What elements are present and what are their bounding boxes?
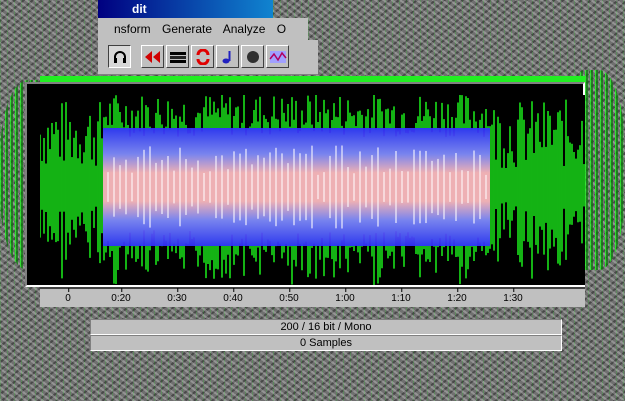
headphones-icon xyxy=(113,50,126,63)
equalizer-button[interactable] xyxy=(166,45,189,68)
tick-label: 1:30 xyxy=(503,288,523,304)
tick-label: 0:20 xyxy=(111,288,131,304)
rewind-button[interactable] xyxy=(141,45,164,68)
tick-label: 0:50 xyxy=(279,288,299,304)
menu-transform[interactable]: nsform xyxy=(114,22,151,36)
menu-generate[interactable]: Generate xyxy=(162,22,212,36)
tick-label: 0:30 xyxy=(167,288,187,304)
record-icon xyxy=(246,50,259,63)
tick-label: 0:40 xyxy=(223,288,243,304)
loop-button[interactable] xyxy=(191,45,214,68)
equalizer-icon xyxy=(169,51,186,63)
menu-bar: nsform Generate Analyze O xyxy=(98,18,308,40)
time-ruler[interactable]: 0 0:20 0:30 0:40 0:50 1:00 1:10 1:20 1:3… xyxy=(40,287,585,307)
samples-status: 0 Samples xyxy=(90,335,562,351)
format-text: 200 / 16 bit / Mono xyxy=(280,321,372,333)
tick-label: 1:10 xyxy=(391,288,411,304)
window-title: dit xyxy=(132,2,147,16)
music-note-icon xyxy=(222,50,230,63)
tick-label: 1:20 xyxy=(447,288,467,304)
waveform-view[interactable] xyxy=(39,93,585,287)
music-note-button[interactable] xyxy=(216,45,239,68)
waveform-display xyxy=(39,93,585,287)
toolbar xyxy=(98,40,318,75)
spectral-icon xyxy=(268,50,287,63)
tick-label: 1:00 xyxy=(335,288,355,304)
format-status: 200 / 16 bit / Mono xyxy=(90,319,562,335)
title-bar[interactable]: dit xyxy=(98,0,273,18)
record-button[interactable] xyxy=(241,45,264,68)
editor-window: dit nsform Generate Analyze O 0 0:20 0:3… xyxy=(0,0,625,401)
menu-analyze[interactable]: Analyze xyxy=(223,22,266,36)
rewind-icon xyxy=(144,50,160,63)
menu-options[interactable]: O xyxy=(277,22,286,36)
headphones-button[interactable] xyxy=(108,45,131,68)
spectral-button[interactable] xyxy=(266,45,289,68)
loop-icon xyxy=(196,48,209,65)
tick-label: 0 xyxy=(65,288,71,304)
samples-text: 0 Samples xyxy=(300,337,352,349)
